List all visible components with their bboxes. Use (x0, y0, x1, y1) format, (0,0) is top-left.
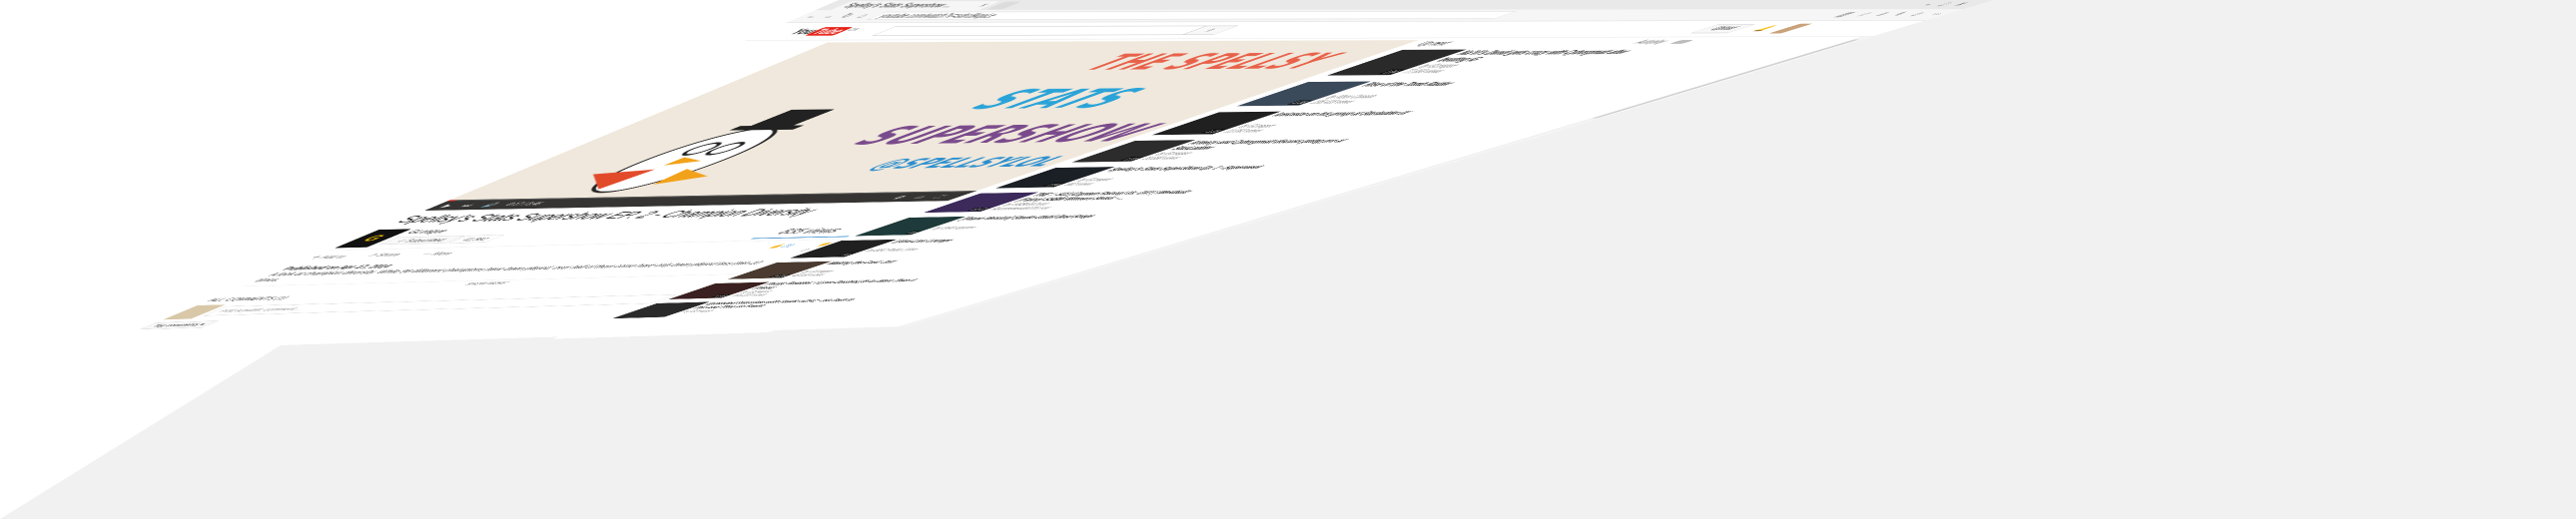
view-count: 835 views (771, 226, 852, 237)
address-bar[interactable]: youtube.com/watch?v=sdrc8kqaLe (866, 11, 1517, 21)
artwork-line-2: STATS (950, 83, 1167, 116)
add-to-button[interactable]: ＋ Add to (306, 254, 353, 260)
artwork-handle: @SPELLSYLOL (858, 153, 1078, 173)
upload-button[interactable]: Upload (1689, 24, 1756, 34)
suggested-video-views: 195,418 views (1304, 99, 1359, 106)
suggested-video-title[interactable]: Arteezy and Cyborgmatt discuss going pro… (1166, 138, 1376, 151)
reading-view-icon[interactable]: ▤ (1831, 11, 1861, 18)
suggested-video[interactable]: 6:48 Fnatic Rekkles: I Love DoubleLift As… (667, 277, 943, 299)
suggested-video-title[interactable]: Making the Cast: Jatt (823, 258, 996, 265)
suggested-video-views: 13,063 views (1218, 128, 1268, 134)
browser-toolbar-icons: ▤ ☆ ≡ ✎ ☺ ⋯ (1822, 11, 1952, 18)
suggested-video-views: 77,659 views (1396, 69, 1449, 75)
screenshot-stage: Spellsy's Stats Supershow ... × –□✕ ← → … (0, 0, 2576, 519)
next-icon[interactable]: ⏭ (456, 203, 478, 209)
web-note-icon[interactable]: ✎ (1885, 11, 1914, 18)
up-next-heading: Up next (1411, 39, 1459, 47)
suggested-video-title[interactable]: 1Xtra Live Lounge (888, 236, 1065, 244)
youtube-logo[interactable]: YouTubeCA (786, 27, 864, 36)
fullscreen-icon[interactable]: ⛶ (929, 194, 951, 200)
volume-icon[interactable]: 🔊 (478, 202, 502, 208)
suggested-video[interactable]: 23 [Piano Version] Studio Ghibli Best Son… (853, 213, 1149, 237)
duration-badge: 80 (838, 253, 856, 257)
artwork-line-1: THE SPELLSY (1066, 49, 1359, 76)
suggested-video-title[interactable]: Na'Vi's Dendi gets crazy with Cyborgmatt… (1432, 49, 1659, 63)
suggested-video-channel: by chikh nguyen (928, 226, 980, 231)
suggested-video-channel: by BBC Radio 1Xtra (861, 248, 922, 254)
hub-icon[interactable]: ≡ (1869, 11, 1896, 18)
more-button[interactable]: ⋯ More (417, 251, 458, 257)
suggested-video-title[interactable]: Spellsy's Stats SuperShow Ep. 1 - Superw… (1103, 164, 1292, 173)
autoplay-toggle[interactable] (1668, 40, 1695, 44)
duration-badge: 23 (904, 231, 923, 235)
browser-tab[interactable]: Spellsy's Stats Supershow ... × (830, 1, 1001, 11)
youtube-header: YouTubeCA ⌕ Upload 🔔 (744, 20, 1926, 41)
suggested-video-title[interactable]: [Piano Version] Studio Ghibli Best Songs (956, 213, 1136, 221)
like-button[interactable]: 👍 21 (765, 244, 800, 250)
search-input[interactable] (872, 25, 1208, 37)
time-display: 0:17 / 3:45 (501, 201, 546, 208)
comments-header: ALL COMMENTS (1) (204, 295, 294, 302)
share-button[interactable]: ↗ Share (362, 252, 405, 258)
suggested-video-title[interactable]: Iceiceice on his group at Starladder IX (1267, 110, 1465, 117)
search-icon: ⌕ (1199, 27, 1221, 34)
channel-name[interactable]: GLeague (403, 229, 453, 235)
comment-sort-dropdown[interactable]: Top comments ▾ (139, 320, 220, 330)
tab-title: Spellsy's Stats Supershow ... (839, 2, 962, 10)
suggested-video-title[interactable]: Rise of the Tomb Raider (1357, 80, 1560, 88)
favorite-star-icon[interactable]: ☆ (1850, 11, 1879, 18)
autoplay-label: Autoplay (1628, 39, 1674, 46)
